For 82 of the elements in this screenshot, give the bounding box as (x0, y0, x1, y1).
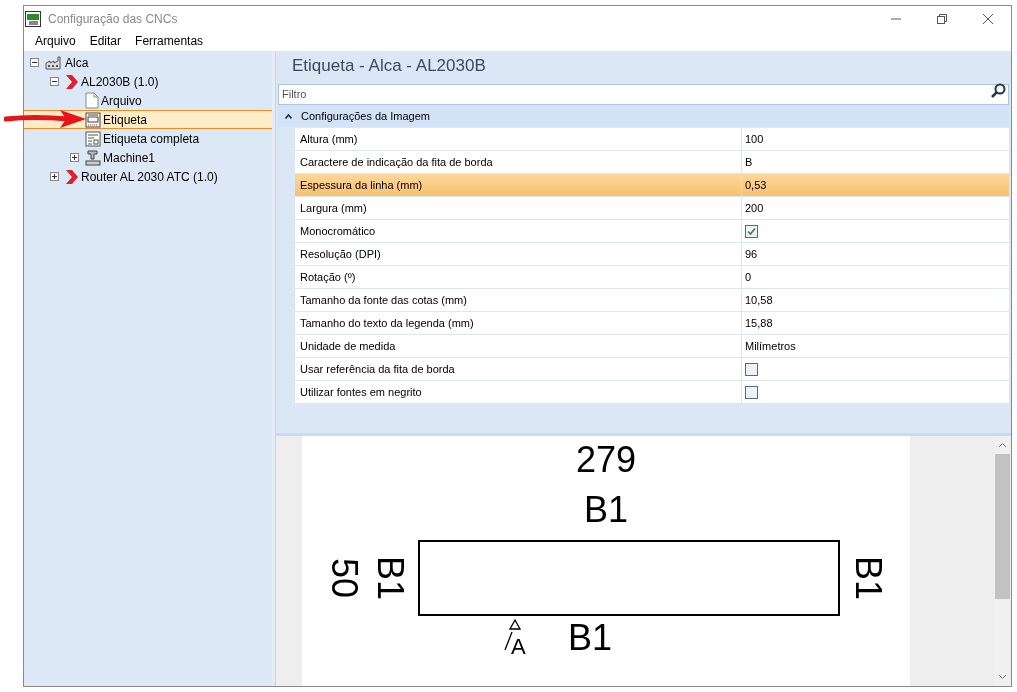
close-icon (983, 13, 993, 24)
property-value[interactable]: B (745, 153, 753, 171)
collapse-toggle[interactable] (50, 77, 59, 86)
tree-label: Router AL 2030 ATC (1.0) (81, 168, 218, 186)
label-icon (85, 111, 101, 128)
edge-band-text: B1 (567, 620, 612, 656)
property-row[interactable]: Resolução (DPI) 96 (295, 243, 1009, 266)
property-name: Tamanho do texto da legenda (mm) (295, 312, 742, 334)
chevron-icon (65, 168, 79, 185)
property-name: Espessura da linha (mm) (295, 174, 742, 196)
property-value[interactable]: 100 (745, 130, 764, 148)
property-row[interactable]: Utilizar fontes em negrito (295, 381, 1009, 404)
property-name: Monocromático (295, 220, 742, 242)
property-name: Utilizar fontes em negrito (295, 381, 742, 403)
tree-label: Etiqueta (103, 111, 148, 129)
grain-mark: A (503, 618, 526, 658)
property-name: Resolução (DPI) (295, 243, 742, 265)
dimension-text: 50 (326, 558, 362, 598)
property-row[interactable]: Largura (mm) 200 (295, 197, 1009, 220)
menu-item[interactable]: Arquivo (30, 32, 81, 50)
edge-band-text: B1 (372, 556, 408, 600)
tree-item[interactable]: Etiqueta (24, 110, 272, 129)
checkbox[interactable] (745, 362, 758, 376)
property-row[interactable]: Tamanho do texto da legenda (mm) 15,88 (295, 312, 1009, 335)
checkbox[interactable] (745, 224, 758, 238)
tree-item[interactable]: AL2030B (1.0) (24, 72, 272, 91)
expand-toggle[interactable] (50, 172, 59, 181)
panel-title: Etiqueta - Alca - AL2030B (291, 55, 487, 78)
tree-label: Alca (65, 54, 89, 72)
property-name: Caractere de indicação da fita de borda (295, 151, 742, 173)
filter-field[interactable]: Filtro (278, 83, 1009, 105)
property-value[interactable]: 10,58 (745, 291, 773, 309)
property-name: Rotação (º) (295, 266, 742, 288)
property-name: Usar referência da fita de borda (295, 358, 742, 380)
tree-label: Arquivo (101, 92, 142, 110)
property-row[interactable]: Caractere de indicação da fita de borda B (295, 151, 1009, 174)
property-row[interactable]: Espessura da linha (mm) 0,53 (295, 174, 1009, 197)
property-row[interactable]: Tamanho da fonte das cotas (mm) 10,58 (295, 289, 1009, 312)
scroll-up-icon[interactable] (998, 442, 1007, 448)
tree-item[interactable]: Router AL 2030 ATC (1.0) (24, 167, 272, 186)
collapse-toggle[interactable] (30, 58, 39, 67)
tree-item[interactable]: Machine1 (24, 148, 272, 167)
scroll-down-icon[interactable] (998, 674, 1007, 680)
caret-up-icon (285, 113, 292, 119)
property-name: Tamanho da fonte das cotas (mm) (295, 289, 742, 311)
property-value[interactable]: 200 (745, 199, 764, 217)
machine-icon (85, 149, 101, 166)
edge-band-text: B1 (583, 492, 628, 528)
tree-item[interactable]: Alca (24, 53, 272, 72)
property-value[interactable]: 0,53 (745, 176, 767, 194)
document-icon (85, 130, 101, 147)
property-value[interactable]: 96 (745, 245, 758, 263)
factory-icon (45, 55, 63, 70)
file-icon (85, 92, 99, 109)
property-row[interactable]: Rotação (º) 0 (295, 266, 1009, 289)
tree-item[interactable]: Arquivo (24, 91, 272, 110)
property-row[interactable]: Monocromático (295, 220, 1009, 243)
expand-toggle[interactable] (70, 153, 79, 162)
group-label: Configurações da Imagem (301, 108, 430, 124)
property-row[interactable]: Unidade de medida Milímetros (295, 335, 1009, 358)
checkbox[interactable] (745, 385, 758, 399)
property-value[interactable]: 0 (745, 268, 752, 286)
restore-icon (937, 13, 947, 24)
property-name: Largura (mm) (295, 197, 742, 219)
window-title: Configuração das CNCs (48, 10, 178, 28)
property-group-header[interactable]: Configurações da Imagem (278, 105, 1009, 127)
search-icon[interactable] (990, 83, 1006, 99)
tree-label: Machine1 (103, 149, 156, 167)
tree-label: Etiqueta completa (103, 130, 200, 148)
property-value[interactable]: 15,88 (745, 314, 773, 332)
menu-item[interactable]: Editar (84, 32, 127, 50)
tree-item[interactable]: Etiqueta completa (24, 129, 272, 148)
edge-band-text: B1 (850, 556, 886, 600)
tree-label: AL2030B (1.0) (81, 73, 159, 91)
menu-item[interactable]: Ferramentas (130, 32, 209, 50)
dimension-text: 279 (575, 442, 637, 478)
property-row[interactable]: Altura (mm) 100 (295, 128, 1009, 151)
property-value[interactable]: Milímetros (745, 337, 796, 355)
property-row[interactable]: Usar referência da fita de borda (295, 358, 1009, 381)
property-name: Altura (mm) (295, 128, 742, 150)
property-name: Unidade de medida (295, 335, 742, 357)
chevron-icon (65, 73, 79, 90)
